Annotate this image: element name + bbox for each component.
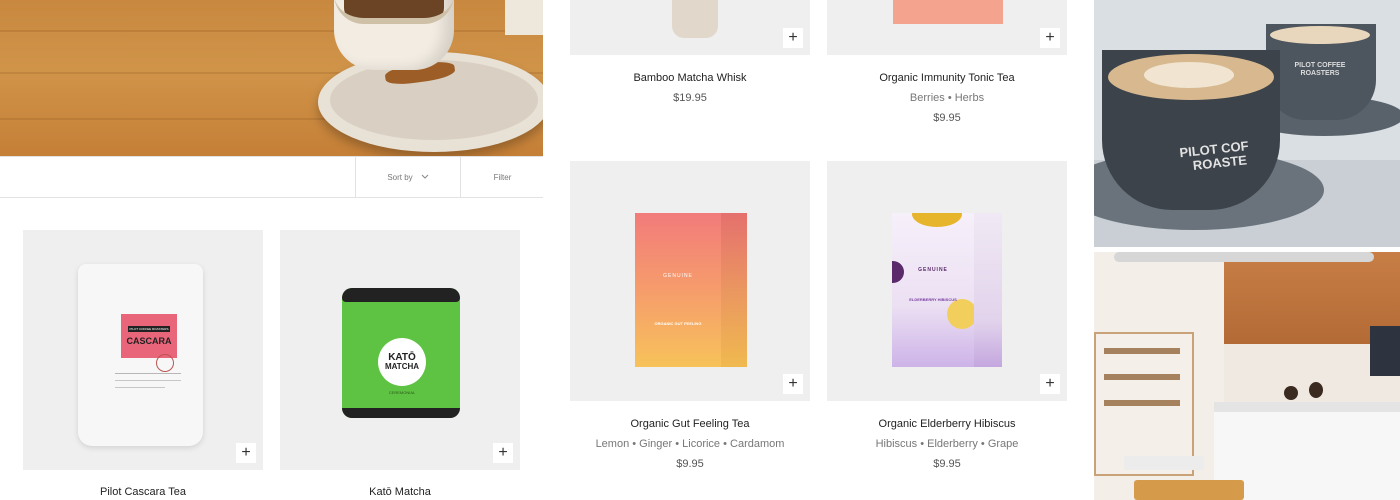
product-price: $9.95 xyxy=(676,458,704,470)
product-card-organic-immunity-tonic-tea[interactable]: + xyxy=(827,0,1067,55)
product-tags: Lemon • Ginger • Licorice • Cardamom xyxy=(595,438,785,450)
package-label: KATŌ MATCHA xyxy=(378,338,426,386)
product-card-bamboo-matcha-whisk[interactable]: + xyxy=(570,0,810,55)
product-image xyxy=(893,0,1003,24)
product-price: $19.95 xyxy=(673,92,707,104)
sort-label: Sort by xyxy=(387,172,413,182)
plus-icon: + xyxy=(788,29,798,46)
plus-icon: + xyxy=(788,375,798,392)
product-card-kato-matcha[interactable]: KATŌ MATCHA CEREMONIAL + xyxy=(280,230,520,470)
plus-icon: + xyxy=(1045,375,1055,392)
plus-icon: + xyxy=(498,444,508,461)
product-tags: Hibiscus • Elderberry • Grape xyxy=(875,438,1019,450)
product-image xyxy=(672,0,718,38)
package-label: PILOT COFFEE ROASTERS CASCARA xyxy=(121,314,177,358)
product-card-pilot-cascara-tea[interactable]: PILOT COFFEE ROASTERS CASCARA + xyxy=(23,230,263,470)
product-name[interactable]: Pilot Cascara Tea xyxy=(23,486,263,498)
add-to-cart-button[interactable]: + xyxy=(1040,374,1060,394)
product-card-organic-elderberry-hibiscus[interactable]: GENUINE ELDERBERRY HIBISCUS + xyxy=(827,161,1067,401)
filter-button[interactable]: Filter xyxy=(460,157,544,197)
hero-image xyxy=(0,0,543,156)
product-tags: Berries • Herbs xyxy=(909,92,985,104)
sort-button[interactable]: Sort by xyxy=(355,157,460,197)
add-to-cart-button[interactable]: + xyxy=(783,28,803,48)
product-name[interactable]: Bamboo Matcha Whisk xyxy=(570,72,810,84)
plus-icon: + xyxy=(1045,29,1055,46)
product-card-organic-gut-feeling-tea[interactable]: GENUINE ORGANIC GUT FEELING + xyxy=(570,161,810,401)
add-to-cart-button[interactable]: + xyxy=(783,374,803,394)
plus-icon: + xyxy=(241,444,251,461)
add-to-cart-button[interactable]: + xyxy=(493,443,513,463)
product-name[interactable]: Organic Gut Feeling Tea xyxy=(570,418,810,430)
chevron-down-icon xyxy=(421,173,429,182)
add-to-cart-button[interactable]: + xyxy=(1040,28,1060,48)
filter-label: Filter xyxy=(493,172,512,182)
product-price: $9.95 xyxy=(933,458,961,470)
product-name[interactable]: Katō Matcha xyxy=(280,486,520,498)
product-image xyxy=(892,213,974,367)
cafe-interior-photo xyxy=(1094,252,1400,500)
product-image xyxy=(635,213,721,367)
add-to-cart-button[interactable]: + xyxy=(236,443,256,463)
product-name[interactable]: Organic Elderberry Hibiscus xyxy=(827,418,1067,430)
coffee-cups-photo: PILOT COFFEE ROASTERS PILOT COF ROASTE xyxy=(1094,0,1400,247)
filter-toolbar: Sort by Filter xyxy=(0,156,543,198)
product-name[interactable]: Organic Immunity Tonic Tea xyxy=(827,72,1067,84)
product-price: $9.95 xyxy=(933,112,961,124)
